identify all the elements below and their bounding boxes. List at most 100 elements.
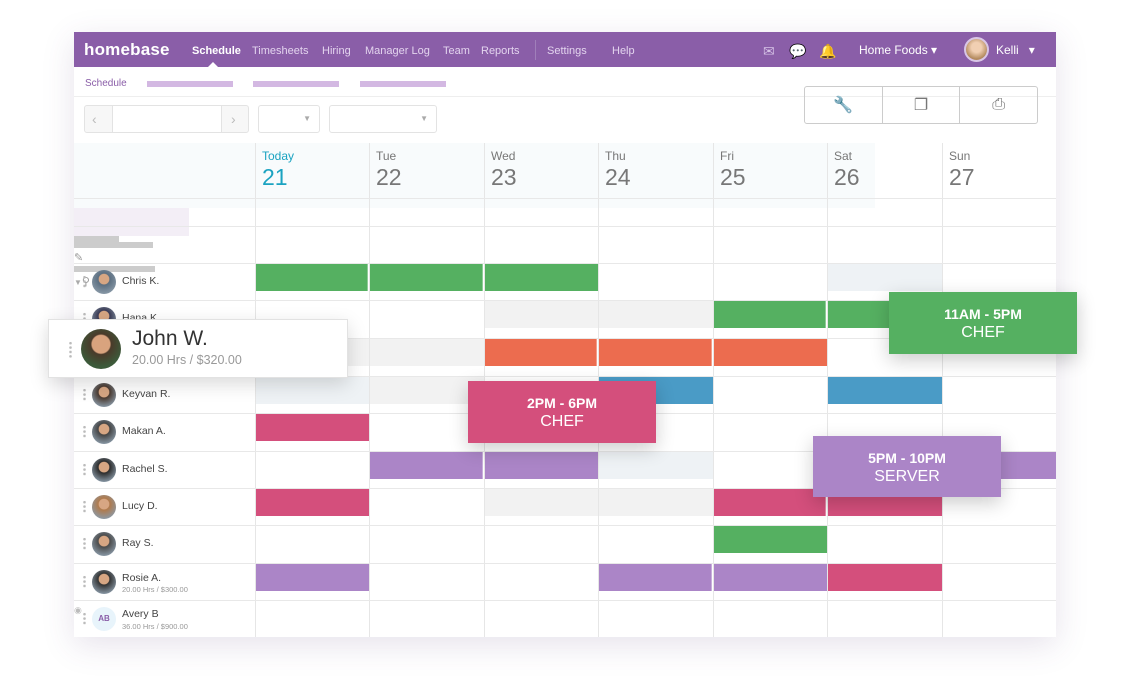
drag-handle-icon[interactable] — [83, 500, 86, 513]
location-dropdown[interactable]: Home Foods ▾ — [859, 43, 937, 57]
day-header[interactable]: Tue 22 — [376, 149, 402, 191]
day-header[interactable]: Sun 27 — [949, 149, 975, 191]
subnav-schedule[interactable]: Schedule — [85, 78, 127, 89]
employee-name: Chris K. — [122, 275, 160, 287]
shift-popup[interactable]: 11AM - 5PM CHEF — [889, 292, 1077, 354]
unavailable-cell — [827, 264, 942, 291]
shift-block[interactable] — [713, 526, 827, 553]
shift-block[interactable] — [369, 264, 483, 291]
top-nav: homebase Schedule Timesheets Hiring Mana… — [74, 32, 1056, 67]
avatar — [92, 270, 116, 294]
day-header[interactable]: Fri 25 — [720, 149, 746, 191]
subnav-placeholder[interactable] — [253, 81, 339, 87]
chevron-down-icon: ▼ — [303, 114, 311, 123]
shift-block[interactable] — [713, 489, 826, 516]
shift-block[interactable] — [484, 452, 598, 479]
day-number: 22 — [376, 164, 402, 190]
bell-icon[interactable]: 🔔 — [819, 43, 836, 60]
chat-icon[interactable]: 💬 — [789, 43, 806, 60]
wrench-icon[interactable]: 🔧 — [805, 87, 883, 123]
nav-schedule[interactable]: Schedule — [192, 45, 241, 57]
employee-name: Keyvan R. — [122, 388, 171, 400]
shift-block[interactable] — [713, 301, 826, 328]
user-menu[interactable]: Kelli ▾ — [996, 43, 1035, 57]
nav-timesheets[interactable]: Timesheets — [252, 45, 308, 57]
nav-hiring[interactable]: Hiring — [322, 45, 351, 57]
print-icon[interactable]: ⎙ — [960, 87, 1037, 123]
avatar — [92, 458, 116, 482]
day-header[interactable]: Thu 24 — [605, 149, 631, 191]
unavailable-cell — [369, 339, 484, 366]
drag-handle-icon[interactable] — [69, 341, 72, 358]
shift-block[interactable] — [827, 377, 942, 404]
day-number: 23 — [491, 164, 517, 190]
employee-row[interactable]: AB Avery B 36.00 Hrs / $900.00 ◉ — [74, 600, 255, 637]
employee-name: Lucy D. — [122, 500, 158, 512]
location-label: Home Foods — [859, 43, 928, 57]
nav-help[interactable]: Help — [612, 45, 635, 57]
shift-block[interactable] — [369, 452, 483, 479]
chevron-left-icon[interactable]: ‹ — [92, 111, 97, 127]
date-navigator: ‹ › — [84, 105, 249, 133]
nav-team[interactable]: Team — [443, 45, 470, 57]
dragged-employee-card[interactable]: John W. 20.00 Hrs / $320.00 — [48, 319, 348, 378]
shift-block[interactable] — [713, 564, 827, 591]
employee-row[interactable]: Rachel S. — [74, 451, 255, 488]
avatar — [92, 495, 116, 519]
subnav-placeholder[interactable] — [147, 81, 233, 87]
shift-block[interactable] — [484, 339, 597, 366]
shift-block[interactable] — [484, 264, 598, 291]
copy-icon[interactable]: ❐ — [883, 87, 961, 123]
employee-row[interactable]: Chris K. — [74, 263, 255, 300]
day-number: 24 — [605, 164, 631, 190]
day-name: Tue — [376, 149, 397, 163]
unavailable-cell — [484, 301, 598, 328]
employee-row[interactable]: Makan A. — [74, 413, 255, 450]
shift-block[interactable] — [827, 564, 942, 591]
subnav-placeholder[interactable] — [360, 81, 446, 87]
day-number: 21 — [262, 164, 288, 190]
filter-select[interactable]: ▼ — [329, 105, 437, 133]
shift-block[interactable] — [598, 564, 712, 591]
drag-handle-icon[interactable] — [83, 275, 86, 288]
day-name: Today — [262, 149, 295, 163]
employee-row[interactable]: Keyvan R. — [74, 376, 255, 413]
shift-block[interactable] — [713, 339, 827, 366]
day-name: Thu — [605, 149, 626, 163]
employee-name: John W. — [132, 327, 208, 350]
avatar — [92, 420, 116, 444]
drag-handle-icon[interactable] — [83, 463, 86, 476]
shift-block[interactable] — [255, 489, 369, 516]
employee-row[interactable]: Lucy D. — [74, 488, 255, 525]
eye-icon[interactable]: ◉ — [74, 605, 82, 615]
user-avatar[interactable] — [964, 37, 989, 62]
employee-name: Ray S. — [122, 537, 154, 549]
drag-handle-icon[interactable] — [83, 537, 86, 550]
day-header[interactable]: Today 21 — [262, 149, 294, 191]
shift-block[interactable] — [255, 564, 369, 591]
mail-icon[interactable]: ✉ — [763, 43, 775, 60]
nav-manager-log[interactable]: Manager Log — [365, 45, 430, 57]
day-header[interactable]: Sat 26 — [834, 149, 860, 191]
unavailable-cell — [255, 377, 369, 404]
day-header[interactable]: Wed 23 — [491, 149, 517, 191]
shift-popup[interactable]: 2PM - 6PM CHEF — [468, 381, 656, 443]
nav-settings[interactable]: Settings — [547, 45, 587, 57]
shift-block[interactable] — [598, 339, 712, 366]
employee-row[interactable]: Rosie A. 20.00 Hrs / $300.00 — [74, 563, 255, 600]
nav-reports[interactable]: Reports — [481, 45, 520, 57]
view-select[interactable]: ▼ — [258, 105, 320, 133]
shift-block[interactable] — [255, 414, 369, 441]
drag-handle-icon[interactable] — [83, 425, 86, 438]
employee-row[interactable]: Ray S. — [74, 525, 255, 562]
unavailable-cell — [598, 301, 713, 328]
shift-block[interactable] — [255, 264, 368, 291]
chevron-right-icon[interactable]: › — [231, 111, 236, 127]
employee-name: Makan A. — [122, 425, 166, 437]
shift-popup[interactable]: 5PM - 10PM SERVER — [813, 436, 1001, 497]
toolbar: ‹ › ▼ ▼ 🔧 ❐ ⎙ — [74, 86, 1056, 143]
drag-handle-icon[interactable] — [83, 388, 86, 401]
drag-handle-icon[interactable] — [83, 575, 86, 588]
date-input[interactable] — [112, 106, 222, 132]
drag-handle-icon[interactable] — [83, 612, 86, 625]
